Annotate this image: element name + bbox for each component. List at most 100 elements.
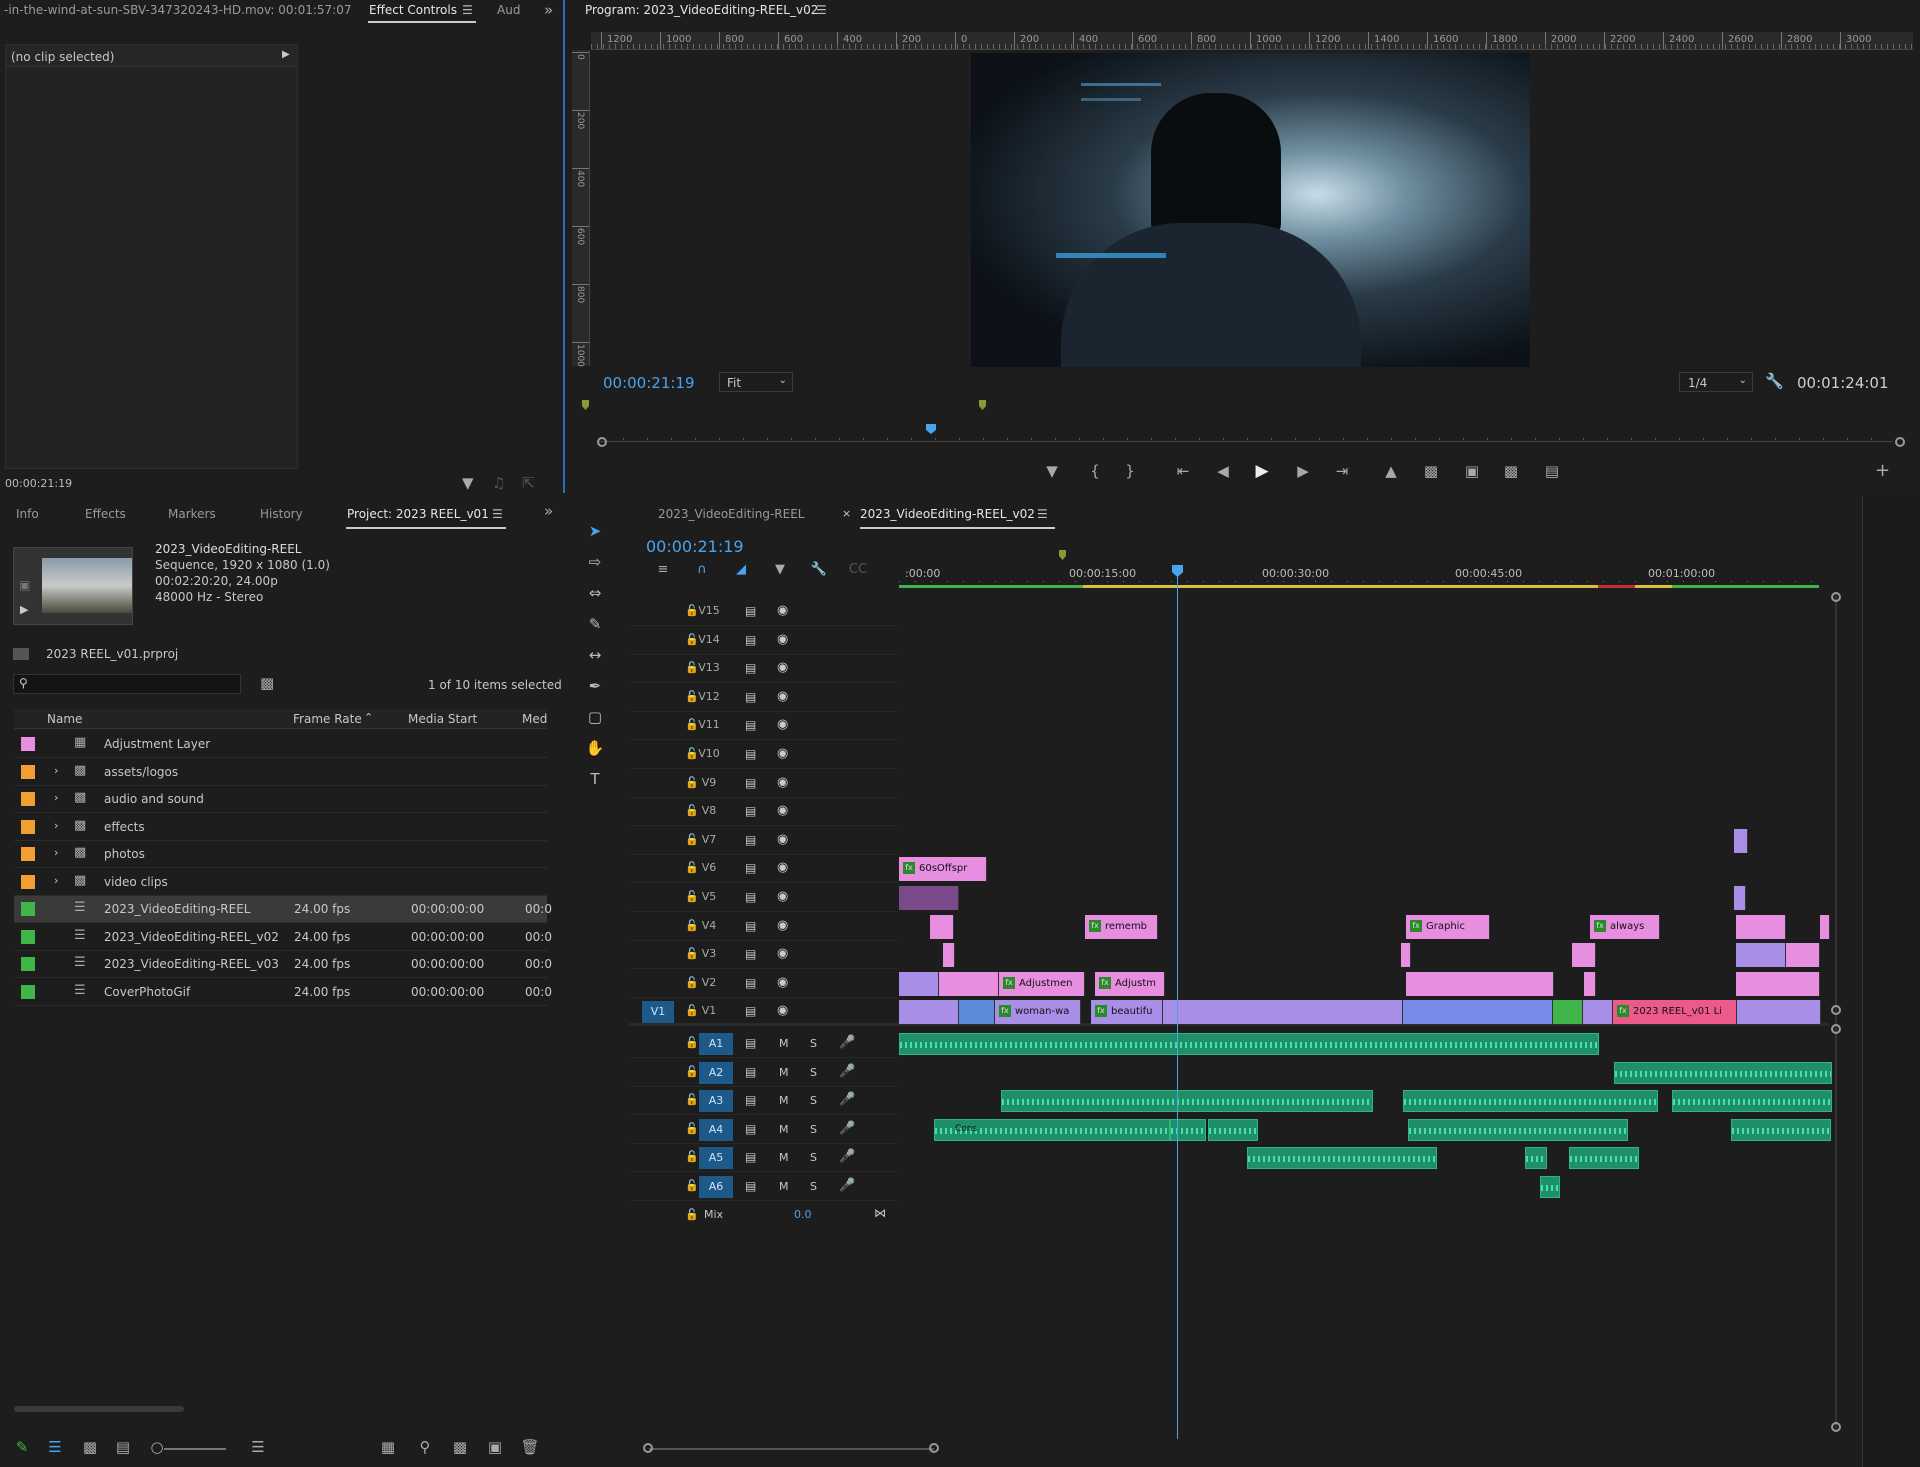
microphone-icon[interactable]: 🎤 bbox=[839, 1121, 855, 1136]
eye-icon[interactable]: ◉ bbox=[777, 689, 788, 704]
track-header[interactable]: 🔓 A1 ▤ M S 🎤 bbox=[629, 1030, 899, 1058]
track-header[interactable]: 🔓 V13 ▤ ◉ bbox=[629, 655, 899, 684]
solo-button[interactable]: S bbox=[810, 1066, 817, 1079]
new-bin-icon[interactable]: ▩ bbox=[450, 1438, 470, 1456]
list-item[interactable]: › ▩ audio and sound bbox=[14, 786, 547, 813]
col-med[interactable]: Med bbox=[522, 712, 547, 726]
eye-icon[interactable]: ◉ bbox=[777, 803, 788, 818]
list-item[interactable]: ☰ CoverPhotoGif 24.00 fps 00:00:00:00 00:0 bbox=[14, 979, 552, 1006]
tab-audio[interactable]: Aud bbox=[497, 3, 520, 17]
sync-lock-icon[interactable]: ▤ bbox=[745, 919, 756, 933]
lock-icon[interactable]: 🔓 bbox=[685, 1208, 699, 1221]
vscroll-top-handle[interactable] bbox=[1831, 592, 1841, 602]
eye-icon[interactable]: ◉ bbox=[777, 632, 788, 647]
sync-lock-icon[interactable]: ▤ bbox=[745, 604, 756, 618]
label-color-swatch[interactable] bbox=[21, 764, 35, 779]
program-scrubber[interactable] bbox=[599, 428, 1893, 442]
audio-clip[interactable] bbox=[1540, 1176, 1560, 1198]
track-header[interactable]: 🔓 V10 ▤ ◉ bbox=[629, 741, 899, 769]
audio-clip[interactable] bbox=[1403, 1090, 1658, 1113]
lift-icon[interactable]: ▲ bbox=[1379, 462, 1403, 480]
fit-select[interactable]: Fit ⌄ bbox=[719, 372, 793, 392]
solo-button[interactable]: S bbox=[810, 1151, 817, 1164]
rectangle-tool-icon[interactable]: ▢ bbox=[583, 708, 607, 726]
audio-clip[interactable] bbox=[1408, 1118, 1628, 1141]
zoom-left-handle[interactable] bbox=[643, 1443, 653, 1453]
audio-clip[interactable] bbox=[1247, 1147, 1437, 1170]
track-header[interactable]: 🔓 A6 ▤ M S 🎤 bbox=[629, 1173, 899, 1201]
play-audio-icon[interactable]: ♫ bbox=[492, 474, 505, 492]
effect-controls-menu-icon[interactable]: ☰ bbox=[462, 3, 473, 17]
pen-tool-icon[interactable]: ✒ bbox=[583, 677, 607, 695]
mix-value[interactable]: 0.0 bbox=[794, 1208, 812, 1221]
program-timecode[interactable]: 00:00:21:19 bbox=[603, 374, 695, 392]
mix-expand-icon[interactable]: ⋈ bbox=[874, 1206, 886, 1220]
track-label[interactable]: V10 bbox=[696, 747, 722, 760]
track-header[interactable]: 🔓 A2 ▤ M S 🎤 bbox=[629, 1058, 899, 1087]
tab-sequence-reel[interactable]: 2023_VideoEditing-REEL bbox=[658, 507, 804, 521]
label-color-swatch[interactable] bbox=[21, 819, 35, 834]
sync-lock-icon[interactable]: ▤ bbox=[745, 1150, 756, 1164]
audio-clip[interactable] bbox=[1672, 1090, 1832, 1113]
solo-button[interactable]: S bbox=[810, 1180, 817, 1193]
zoom-right-handle[interactable] bbox=[929, 1443, 939, 1453]
timeline-clip[interactable] bbox=[1734, 828, 1748, 853]
list-item[interactable]: › ▩ assets/logos bbox=[14, 759, 547, 786]
sequence-thumbnail[interactable]: ▣ ▶ bbox=[13, 547, 133, 625]
sync-lock-icon[interactable]: ▤ bbox=[745, 947, 756, 961]
eye-icon[interactable]: ◉ bbox=[777, 1003, 788, 1018]
snap-magnet-icon[interactable]: ∩ bbox=[690, 561, 714, 579]
sync-lock-icon[interactable]: ▤ bbox=[745, 976, 756, 990]
pencil-icon[interactable]: ✎ bbox=[12, 1438, 32, 1456]
track-header[interactable]: 🔓 V8 ▤ ◉ bbox=[629, 798, 899, 827]
lock-icon[interactable]: 🔓 bbox=[685, 1150, 699, 1163]
track-label[interactable]: A6 bbox=[699, 1176, 733, 1198]
track-label[interactable]: A1 bbox=[699, 1033, 733, 1055]
track-label[interactable]: V13 bbox=[696, 661, 722, 674]
vscroll-bottom-handle[interactable] bbox=[1831, 1422, 1841, 1432]
project-search-input[interactable]: ⚲ bbox=[13, 674, 241, 694]
tab-effect-controls[interactable]: Effect Controls bbox=[369, 3, 457, 17]
insert-icon[interactable]: ▩ bbox=[1499, 462, 1523, 480]
add-button-icon[interactable]: + bbox=[1875, 462, 1890, 480]
track-label[interactable]: V5 bbox=[696, 890, 722, 903]
list-item[interactable]: ☰ 2023_VideoEditing-REEL_v02 24.00 fps 00:0… bbox=[14, 924, 552, 951]
audio-clip[interactable] bbox=[1569, 1147, 1639, 1170]
close-tab-icon[interactable]: × bbox=[842, 507, 851, 520]
list-item[interactable]: ▦ Adjustment Layer bbox=[14, 731, 547, 758]
audio-clip[interactable] bbox=[1525, 1147, 1547, 1170]
list-item[interactable]: ☰ 2023_VideoEditing-REEL 24.00 fps 00:00:00… bbox=[14, 896, 552, 923]
mute-button[interactable]: M bbox=[779, 1123, 789, 1136]
extract-icon[interactable]: ▩ bbox=[1419, 462, 1443, 480]
razor-tool-icon[interactable]: ✎ bbox=[583, 615, 607, 633]
tab-project-2023-reel-v01[interactable]: Project: 2023 REEL_v01 bbox=[347, 507, 489, 521]
type-tool-icon[interactable]: T bbox=[583, 770, 607, 788]
track-label[interactable]: V11 bbox=[696, 718, 722, 731]
linked-selection-icon[interactable]: ◢ bbox=[729, 561, 753, 579]
track-header[interactable]: 🔓 V5 ▤ ◉ bbox=[629, 884, 899, 912]
captions-icon[interactable]: CC bbox=[846, 561, 870, 579]
sync-lock-icon[interactable]: ▤ bbox=[745, 1122, 756, 1136]
audio-clip[interactable] bbox=[1208, 1118, 1258, 1141]
track-header[interactable]: 🔓 V2 ▤ ◉ bbox=[629, 969, 899, 998]
track-label[interactable]: A4 bbox=[699, 1118, 733, 1141]
zoom-slider-handle[interactable]: ○ bbox=[147, 1438, 167, 1456]
program-marker[interactable] bbox=[582, 400, 589, 410]
track-label[interactable]: V8 bbox=[696, 804, 722, 817]
timeline-clip[interactable] bbox=[1403, 1000, 1553, 1025]
play-thumb-icon[interactable]: ▶ bbox=[20, 603, 28, 616]
filter-icon[interactable]: ▼ bbox=[462, 474, 474, 492]
label-color-swatch[interactable] bbox=[21, 902, 35, 916]
chevron-right-icon[interactable]: › bbox=[54, 764, 58, 777]
adjustment-clip[interactable]: fx always bbox=[1590, 914, 1660, 939]
eye-icon[interactable]: ◉ bbox=[777, 775, 788, 790]
track-label[interactable]: V14 bbox=[696, 633, 722, 646]
mute-button[interactable]: M bbox=[779, 1180, 789, 1193]
eye-icon[interactable]: ◉ bbox=[777, 717, 788, 732]
track-label[interactable]: V7 bbox=[696, 833, 722, 846]
microphone-icon[interactable]: 🎤 bbox=[839, 1092, 855, 1107]
timeline-clip[interactable] bbox=[1736, 943, 1786, 968]
new-item-icon[interactable]: ▣ bbox=[485, 1438, 505, 1456]
timeline-clip[interactable] bbox=[1786, 943, 1820, 968]
eye-icon[interactable]: ◉ bbox=[777, 660, 788, 675]
